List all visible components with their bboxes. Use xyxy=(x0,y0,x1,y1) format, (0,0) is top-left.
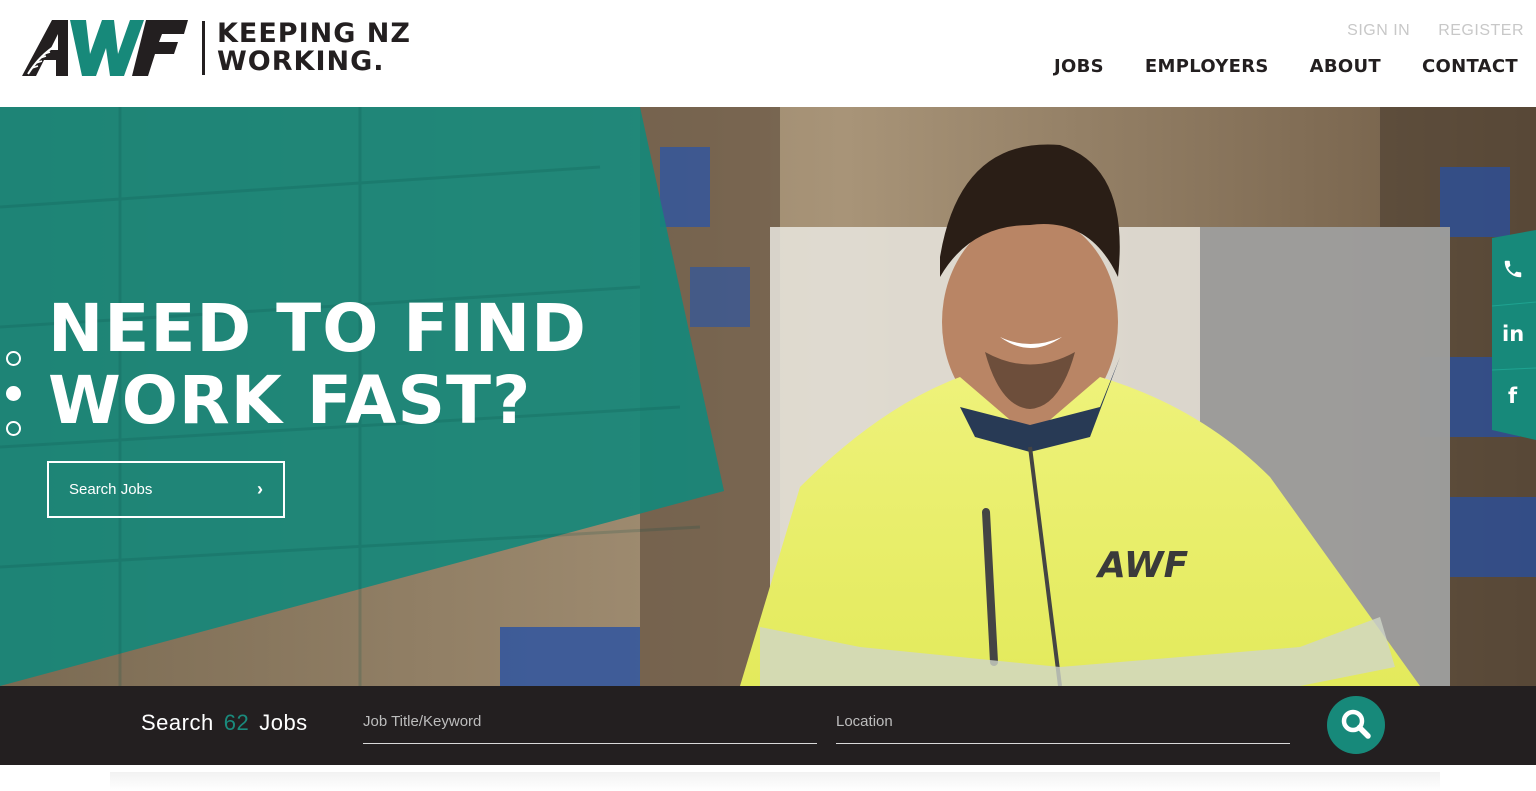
carousel-dot-1[interactable] xyxy=(6,351,21,366)
linkedin-icon[interactable]: in xyxy=(1502,322,1524,346)
carousel-dots xyxy=(6,351,21,436)
job-count: 62 xyxy=(223,710,250,735)
tagline-line-1: KEEPING NZ xyxy=(217,18,411,49)
job-search-bar: Search 62 Jobs xyxy=(0,686,1536,765)
sign-in-link[interactable]: SIGN IN xyxy=(1347,22,1410,40)
logo-divider xyxy=(202,21,205,75)
search-label-suffix: Jobs xyxy=(259,710,308,735)
keyword-field xyxy=(363,706,817,744)
search-submit-button[interactable] xyxy=(1327,696,1385,754)
location-field xyxy=(836,706,1290,744)
search-jobs-button-label: Search Jobs xyxy=(69,481,153,498)
hero-headline-line-2: WORK FAST? xyxy=(48,362,532,439)
main-nav: JOBS EMPLOYERS ABOUT CONTACT xyxy=(1054,56,1518,77)
site-logo[interactable]: KEEPING NZ WORKING. xyxy=(22,16,422,80)
location-input[interactable] xyxy=(836,706,1290,736)
facebook-icon[interactable]: f xyxy=(1508,384,1517,408)
site-header: KEEPING NZ WORKING. SIGN IN REGISTER JOB… xyxy=(0,0,1536,107)
nav-item-employers[interactable]: EMPLOYERS xyxy=(1145,56,1269,77)
tagline-line-2: WORKING. xyxy=(217,46,385,77)
jacket-logo-text: AWF xyxy=(1095,545,1189,586)
chevron-right-icon: › xyxy=(257,479,263,499)
hero-headline: NEED TO FIND WORK FAST? xyxy=(48,293,587,437)
social-sidebar: in f xyxy=(1492,230,1536,440)
register-link[interactable]: REGISTER xyxy=(1438,22,1524,40)
search-label-prefix: Search xyxy=(141,710,214,735)
nav-item-contact[interactable]: CONTACT xyxy=(1422,56,1518,77)
hero-headline-line-1: NEED TO FIND xyxy=(48,290,587,367)
awf-logo-mark xyxy=(22,18,188,78)
search-jobs-button[interactable]: Search Jobs › xyxy=(47,461,285,518)
nav-item-about[interactable]: ABOUT xyxy=(1310,56,1381,77)
carousel-dot-3[interactable] xyxy=(6,421,21,436)
search-job-count-label: Search 62 Jobs xyxy=(141,710,308,736)
carousel-dot-2-active[interactable] xyxy=(6,386,21,401)
keyword-input[interactable] xyxy=(363,706,817,736)
utility-nav: SIGN IN REGISTER xyxy=(1347,22,1524,40)
nav-item-jobs[interactable]: JOBS xyxy=(1054,56,1104,77)
phone-icon[interactable] xyxy=(1502,258,1524,285)
content-card-edge xyxy=(110,772,1440,791)
search-icon xyxy=(1339,707,1373,744)
hero-banner: AWF NEED TO FIND WORK FAST? Search Jobs … xyxy=(0,107,1536,686)
brand-tagline: KEEPING NZ WORKING. xyxy=(217,20,411,76)
